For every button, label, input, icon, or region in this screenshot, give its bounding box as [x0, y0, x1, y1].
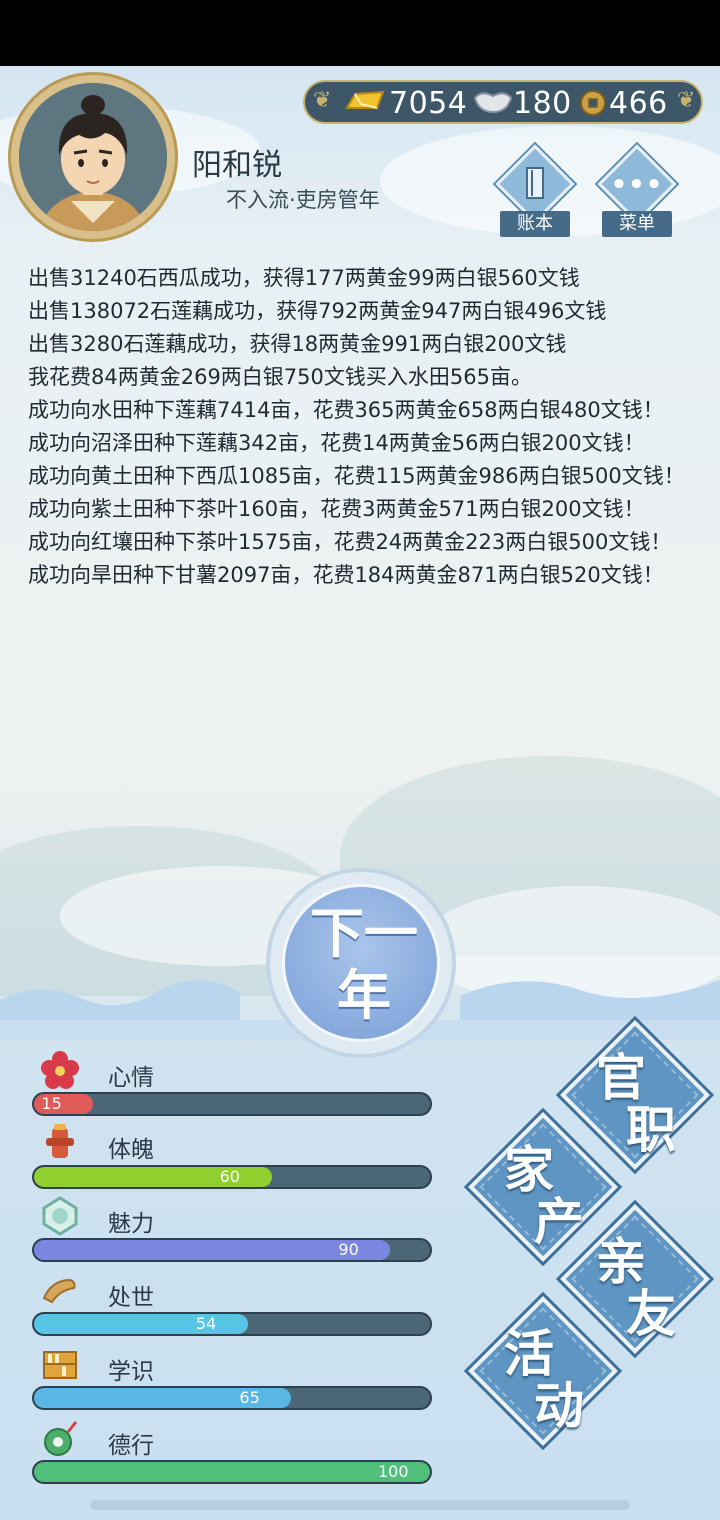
stat-bar-charm: 90: [32, 1238, 432, 1262]
log-line: 出售138072石莲藕成功，获得792两黄金947两白银496文钱: [28, 299, 607, 323]
stat-label-charm: 魅力: [108, 1211, 154, 1237]
ledger-label: 账本: [500, 211, 570, 237]
log-line: 成功向水田种下莲藕7414亩，花费365两黄金658两白银480文钱！: [28, 398, 664, 422]
log-line: 成功向旱田种下甘薯2097亩，花费184两黄金871两白银520文钱！: [28, 563, 664, 587]
player-name: 阳和锐: [192, 148, 282, 183]
ledger-button[interactable]: 账本: [495, 144, 575, 240]
resource-bar: ❦ 7054 180 466 ❦: [303, 80, 703, 124]
gold-amount: 7054: [389, 86, 468, 121]
gold-ingot-icon: [345, 88, 385, 120]
log-line: 成功向红壤田种下茶叶1575亩，花费24两黄金223两白银500文钱！: [28, 530, 672, 554]
copper-coin-icon: [579, 89, 607, 121]
menu-button[interactable]: ••• 菜单: [597, 144, 677, 240]
stat-bar-mood: 15: [32, 1092, 432, 1116]
stat-bar-physique: 60: [32, 1165, 432, 1189]
log-line: 我花费84两黄金269两白银750文钱买入水田565亩。: [28, 365, 532, 389]
stat-label-knowledge: 学识: [108, 1359, 154, 1385]
stat-bar-virtue: 100: [32, 1460, 432, 1484]
stat-label-mood: 心情: [108, 1065, 154, 1091]
log-line: 成功向沼泽田种下莲藕342亩，花费14两黄金56两白银200文钱！: [28, 431, 645, 455]
jade-pendant-icon: [40, 1418, 80, 1458]
avatar[interactable]: [8, 72, 178, 242]
coin-amount: 466: [609, 86, 668, 121]
stat-label-physique: 体魄: [108, 1137, 154, 1163]
status-bar: [0, 0, 720, 66]
events-button[interactable]: 活 动: [468, 1296, 618, 1446]
stat-bar-worldly: 54: [32, 1312, 432, 1336]
player-rank: 不入流·吏房管年: [226, 188, 380, 212]
log-line: 出售31240石西瓜成功，获得177两黄金99两白银560文钱: [28, 266, 580, 290]
fire-hydrant-icon: [40, 1122, 80, 1162]
portrait: [19, 83, 167, 231]
flower-icon: [40, 1050, 80, 1090]
stat-label-virtue: 德行: [108, 1433, 154, 1459]
scroll-icon: [40, 1270, 80, 1310]
gem-icon: [40, 1196, 80, 1236]
log-line: 成功向黄土田种下西瓜1085亩，花费115两黄金986两白银500文钱！: [28, 464, 685, 488]
menu-label: 菜单: [602, 211, 672, 237]
bookshelf-icon: [40, 1344, 80, 1384]
log-line: 出售3280石莲藕成功，获得18两黄金991两白银200文钱: [28, 332, 567, 356]
silver-amount: 180: [513, 86, 572, 121]
home-indicator: [90, 1500, 630, 1510]
stat-label-worldly: 处世: [108, 1285, 154, 1311]
bamboo-right-icon: ❦: [677, 88, 696, 113]
next-year-button[interactable]: 下一 年: [266, 868, 456, 1058]
game-screen: 阳和锐 不入流·吏房管年 ❦ 7054 180 466 ❦ 账本 ••• 菜单 …: [0, 0, 720, 1520]
log-line: 成功向紫土田种下茶叶160亩，花费3两黄金571两白银200文钱！: [28, 497, 645, 521]
event-log: 出售31240石西瓜成功，获得177两黄金99两白银560文钱 出售138072…: [28, 262, 698, 592]
silver-ingot-icon: [473, 88, 513, 120]
bamboo-left-icon: ❦: [313, 88, 332, 113]
stat-bar-knowledge: 65: [32, 1386, 432, 1410]
next-year-label: 下一 年: [310, 902, 418, 1027]
